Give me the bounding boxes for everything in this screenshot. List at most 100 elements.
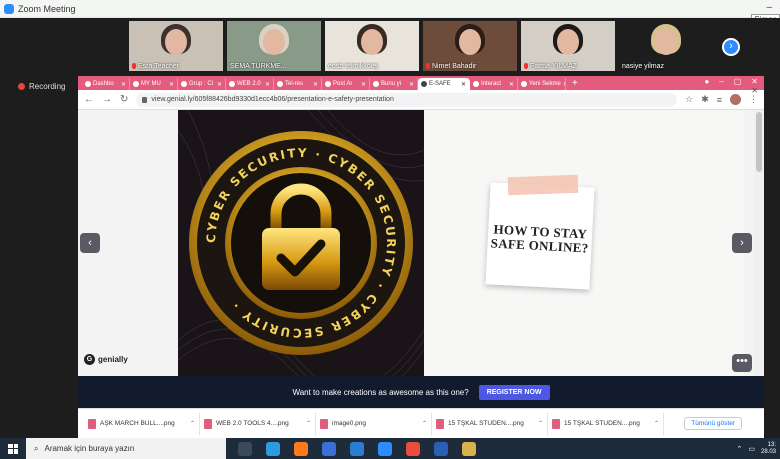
tab-close-icon[interactable]: ✕ [217, 81, 222, 88]
muted-mic-icon [426, 63, 430, 70]
register-now-button[interactable]: REGISTER NOW [478, 384, 550, 400]
tab-favicon-icon [85, 81, 91, 87]
tab-close-icon[interactable]: ✕ [169, 81, 174, 88]
tray-chevron-icon[interactable]: ⌃ [736, 445, 742, 453]
participant-tile[interactable]: eosb teknikkolej [324, 20, 420, 72]
download-item[interactable]: 15 TŞKAL STUDEN....png ⌃ [548, 412, 664, 435]
tab-label: Grup : Ci [189, 81, 214, 87]
participant-face [654, 29, 677, 55]
genially-logo-text: genially [98, 355, 128, 364]
zoom-window-title: Zoom Meeting [18, 3, 76, 14]
word-icon[interactable] [434, 441, 448, 456]
promo-banner: Want to make creations as awesome as thi… [78, 376, 764, 408]
slide-title: HOW TO STAY SAFE ONLINE? [490, 221, 589, 256]
download-item[interactable]: 15 TŞKAL STUDEN....png ⌃ [432, 412, 548, 435]
star-icon[interactable]: ☆ [685, 94, 693, 105]
participant-face [360, 29, 383, 55]
slide-prev-button[interactable]: ‹ [80, 233, 100, 253]
tab-close-icon[interactable]: ✕ [121, 81, 126, 88]
genially-logo[interactable]: G genially [84, 354, 128, 365]
tab-close-icon[interactable]: ✕ [313, 81, 318, 88]
network-icon[interactable]: ▭ [748, 445, 755, 453]
download-item[interactable]: WEB 2.0 TOOLS 4....png ⌃ [200, 412, 316, 435]
task-view-icon[interactable] [238, 441, 252, 456]
chevron-up-icon[interactable]: ⌃ [538, 420, 543, 427]
scrollbar-thumb[interactable] [756, 112, 762, 172]
participant-tile[interactable]: Esra Teacher [128, 20, 224, 72]
store-icon[interactable] [322, 441, 336, 456]
chevron-up-icon[interactable]: ⌃ [422, 420, 427, 427]
taskbar-search[interactable]: ⌕ Aramak için buraya yazın [26, 438, 226, 459]
browser-tab[interactable]: Bunu yi ✕ [370, 78, 418, 90]
zoom-minimize-button[interactable]: – [766, 2, 772, 13]
tab-label: Post Ar [333, 81, 353, 87]
tab-favicon-icon [229, 81, 235, 87]
close-button[interactable]: ✕ [751, 77, 758, 86]
new-tab-button[interactable]: + [572, 78, 578, 89]
participant-tile[interactable]: SEMA TÜRKME... [226, 20, 322, 72]
forward-button[interactable]: → [102, 94, 112, 105]
chevron-up-icon[interactable]: ⌃ [306, 420, 311, 427]
firefox-icon[interactable] [294, 441, 308, 456]
browser-tab[interactable]: Tel-res ✕ [274, 78, 322, 90]
reading-list-icon[interactable]: ≡ [717, 95, 722, 105]
chevron-up-icon[interactable]: ⌃ [190, 420, 195, 427]
tab-favicon-icon [473, 81, 479, 87]
mail-icon[interactable] [350, 441, 364, 456]
participant-name-text: nasiye yilmaz [622, 63, 665, 70]
tab-close-icon[interactable]: ✕ [509, 81, 514, 88]
tab-favicon-icon [325, 81, 331, 87]
profile-avatar[interactable] [730, 94, 741, 105]
participant-tile[interactable]: Nimet Bahadir [422, 20, 518, 72]
clock-date: 28.03 [760, 448, 776, 455]
downloads-close-button[interactable]: ✕ [751, 86, 758, 95]
show-all-downloads-button[interactable]: Tümünü göster [684, 417, 742, 430]
page-scrollbar[interactable] [754, 110, 764, 376]
search-placeholder: Aramak için buraya yazın [44, 444, 135, 453]
browser-tab[interactable]: WEB 2.0 ✕ [226, 78, 274, 90]
file-icon [204, 418, 212, 429]
browser-tab[interactable]: MY MU ✕ [130, 78, 178, 90]
browser-tab[interactable]: Post Ar ✕ [322, 78, 370, 90]
browser-menu-icon[interactable]: ⋮ [749, 94, 758, 105]
start-button[interactable] [0, 438, 26, 459]
minimize-button[interactable]: – [719, 77, 723, 86]
extensions-icon[interactable]: ✱ [701, 94, 709, 105]
reload-button[interactable]: ↻ [120, 94, 128, 105]
tab-label: Dashbo [93, 81, 114, 87]
browser-tab[interactable]: Dashbo ✕ [82, 78, 130, 90]
more-options-button[interactable]: ••• [732, 354, 752, 372]
record-indicator-icon[interactable]: ● [704, 77, 709, 86]
file-icon [88, 418, 96, 429]
cyber-security-image: CYBER SECURITY · CYBER SECURITY · CYBER … [178, 110, 424, 376]
tab-close-icon[interactable]: ✕ [265, 81, 270, 88]
browser-tab[interactable]: Yeni Sekme✕ [518, 78, 566, 90]
participant-tile[interactable]: nasiye yilmaz [618, 20, 714, 72]
tab-close-icon[interactable]: ✕ [461, 81, 466, 88]
chrome-icon[interactable] [406, 441, 420, 456]
tab-close-icon[interactable]: ✕ [409, 81, 414, 88]
tab-close-icon[interactable]: ✕ [563, 81, 565, 88]
url-field[interactable]: view.genial.ly/605f88426bd9330d1ecc4b06/… [136, 92, 678, 107]
download-item[interactable]: image0.png ⌃ [316, 412, 432, 435]
browser-tab[interactable]: E-SAFE ✕ [418, 78, 470, 90]
cyber-security-badge-graphic: CYBER SECURITY · CYBER SECURITY · CYBER … [178, 110, 424, 376]
paint-icon[interactable] [462, 441, 476, 456]
lock-icon [142, 96, 148, 103]
tab-close-icon[interactable]: ✕ [361, 81, 366, 88]
participant-tile[interactable]: Fatma YILMAZ [520, 20, 616, 72]
zoom-icon[interactable] [378, 441, 392, 456]
chevron-up-icon[interactable]: ⌃ [654, 420, 659, 427]
slide-next-button[interactable]: › [732, 233, 752, 253]
recording-dot-icon [18, 83, 25, 90]
participant-name-text: Nimet Bahadir [432, 63, 477, 70]
edge-icon[interactable] [266, 441, 280, 456]
browser-tab[interactable]: Grup : Ci ✕ [178, 78, 226, 90]
maximize-button[interactable]: ▢ [734, 77, 742, 86]
back-button[interactable]: ← [84, 94, 94, 105]
clock[interactable]: 13: 28.03 [761, 442, 776, 456]
participant-name-text: Esra Teacher [138, 63, 180, 70]
browser-tab[interactable]: Interact ✕ [470, 78, 518, 90]
download-item[interactable]: AŞK MARCH BULL....png ⌃ [84, 412, 200, 435]
gallery-next-button[interactable]: › [722, 38, 740, 56]
